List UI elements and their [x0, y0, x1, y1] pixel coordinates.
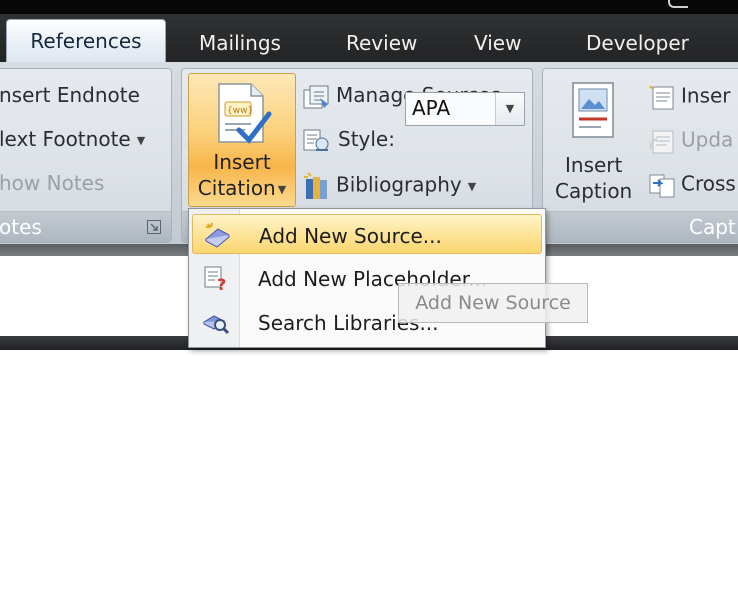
tab-developer[interactable]: Developer	[586, 28, 689, 58]
style-select[interactable]: APA ▼	[405, 92, 525, 126]
style-select-value: APA	[412, 96, 451, 120]
insert-citation-label-1: Insert	[213, 150, 271, 174]
bibliography-button[interactable]: Bibliography ▼	[302, 171, 476, 201]
insert-caption-label-2: Caption	[555, 179, 633, 203]
style-control: Style:	[302, 127, 395, 154]
footnotes-group-footer: otes	[0, 211, 171, 242]
style-icon	[303, 129, 329, 151]
tab-mailings[interactable]: Mailings	[199, 28, 281, 58]
window-control-fragment	[668, 0, 688, 8]
ribbon-tab-bar: References Mailings Review View Develope…	[0, 14, 738, 63]
next-footnote-label: lext Footnote	[0, 127, 131, 151]
insert-caption-button[interactable]: Insert Caption	[549, 75, 637, 207]
insert-table-of-figures-button[interactable]: Inser	[647, 83, 731, 111]
insert-endnote-label: nsert Endnote	[0, 83, 140, 107]
update-table-label: Upda	[681, 127, 734, 152]
insert-caption-label-1: Insert	[565, 153, 623, 177]
table-of-figures-icon	[649, 85, 674, 110]
update-table-button[interactable]: Upda	[647, 127, 733, 155]
add-new-source-label: Add New Source...	[259, 224, 442, 248]
title-bar	[0, 0, 738, 14]
chevron-down-icon: ▼	[136, 134, 146, 147]
dialog-launcher-icon[interactable]	[147, 220, 161, 234]
tab-view[interactable]: View	[474, 28, 521, 58]
insert-caption-icon	[572, 82, 614, 138]
footnotes-group: nsert Endnote lext Footnote ▼ how Notes o…	[0, 68, 172, 243]
chevron-down-icon[interactable]: ▼	[495, 93, 524, 125]
update-table-icon	[649, 130, 674, 154]
insert-citation-icon: {ww}	[218, 83, 272, 144]
bibliography-label: Bibliography	[336, 172, 462, 197]
bibliography-icon	[304, 172, 327, 199]
style-label: Style:	[338, 127, 395, 151]
captions-group-footer: Capt	[543, 211, 738, 242]
tooltip: Add New Source	[398, 283, 588, 323]
show-notes-button[interactable]: how Notes	[0, 171, 104, 195]
search-library-icon	[202, 315, 230, 335]
insert-citation-menu: Add New Source... ? Add New Placeholder.…	[188, 208, 546, 348]
next-footnote-button[interactable]: lext Footnote ▼	[0, 127, 145, 151]
manage-sources-icon	[303, 85, 329, 108]
chevron-down-icon: ▼	[467, 179, 477, 193]
footnotes-group-label: otes	[0, 215, 42, 239]
show-notes-label: how Notes	[0, 171, 105, 195]
chevron-down-icon: ▼	[277, 183, 287, 196]
book-plus-icon	[205, 222, 230, 248]
svg-text:?: ?	[217, 275, 226, 292]
menu-item-add-new-source[interactable]: Add New Source...	[192, 214, 542, 254]
tab-review[interactable]: Review	[346, 28, 417, 58]
cross-reference-label: Cross	[681, 171, 736, 196]
insert-citation-label-2: Citation ▼	[197, 176, 287, 200]
placeholder-question-icon: ?	[204, 266, 226, 292]
captions-group-label: Capt	[689, 215, 736, 239]
captions-group: Insert Caption Inser Upda Cross Capt	[542, 68, 738, 243]
insert-table-of-figures-label: Inser	[681, 83, 731, 108]
insert-endnote-button[interactable]: nsert Endnote	[0, 83, 140, 107]
tab-references[interactable]: References	[6, 19, 166, 63]
cross-reference-button[interactable]: Cross	[647, 171, 736, 199]
svg-text:{ww}: {ww}	[227, 106, 253, 116]
cross-reference-icon	[649, 174, 675, 198]
insert-citation-button[interactable]: {ww} Insert Citation ▼	[188, 73, 296, 207]
